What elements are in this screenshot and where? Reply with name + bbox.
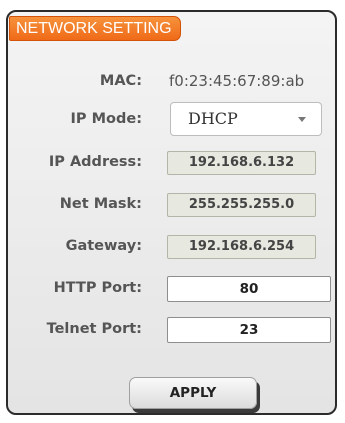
gateway-field: 192.168.6.254: [167, 235, 316, 259]
net-mask-field: 255.255.255.0: [167, 193, 316, 217]
mac-value: f0:23:45:67:89:ab: [169, 72, 305, 90]
apply-button[interactable]: APPLY: [129, 377, 257, 409]
network-setting-panel: NETWORK SETTING MAC: f0:23:45:67:89:ab I…: [6, 10, 337, 415]
chevron-down-icon: [298, 117, 306, 122]
telnet-port-label: Telnet Port:: [46, 321, 142, 337]
http-port-input[interactable]: 80: [167, 276, 331, 302]
ip-address-label: IP Address:: [48, 154, 142, 170]
gateway-label: Gateway:: [65, 238, 142, 254]
ip-address-field: 192.168.6.132: [167, 151, 316, 175]
http-port-label: HTTP Port:: [53, 280, 142, 296]
mac-label: MAC:: [99, 73, 142, 89]
panel-title: NETWORK SETTING: [9, 16, 181, 41]
ip-mode-select[interactable]: DHCP: [170, 102, 322, 136]
ip-mode-selected-value: DHCP: [188, 109, 238, 128]
telnet-port-input[interactable]: 23: [167, 317, 331, 343]
ip-mode-label: IP Mode:: [70, 111, 142, 127]
net-mask-label: Net Mask:: [59, 196, 142, 212]
